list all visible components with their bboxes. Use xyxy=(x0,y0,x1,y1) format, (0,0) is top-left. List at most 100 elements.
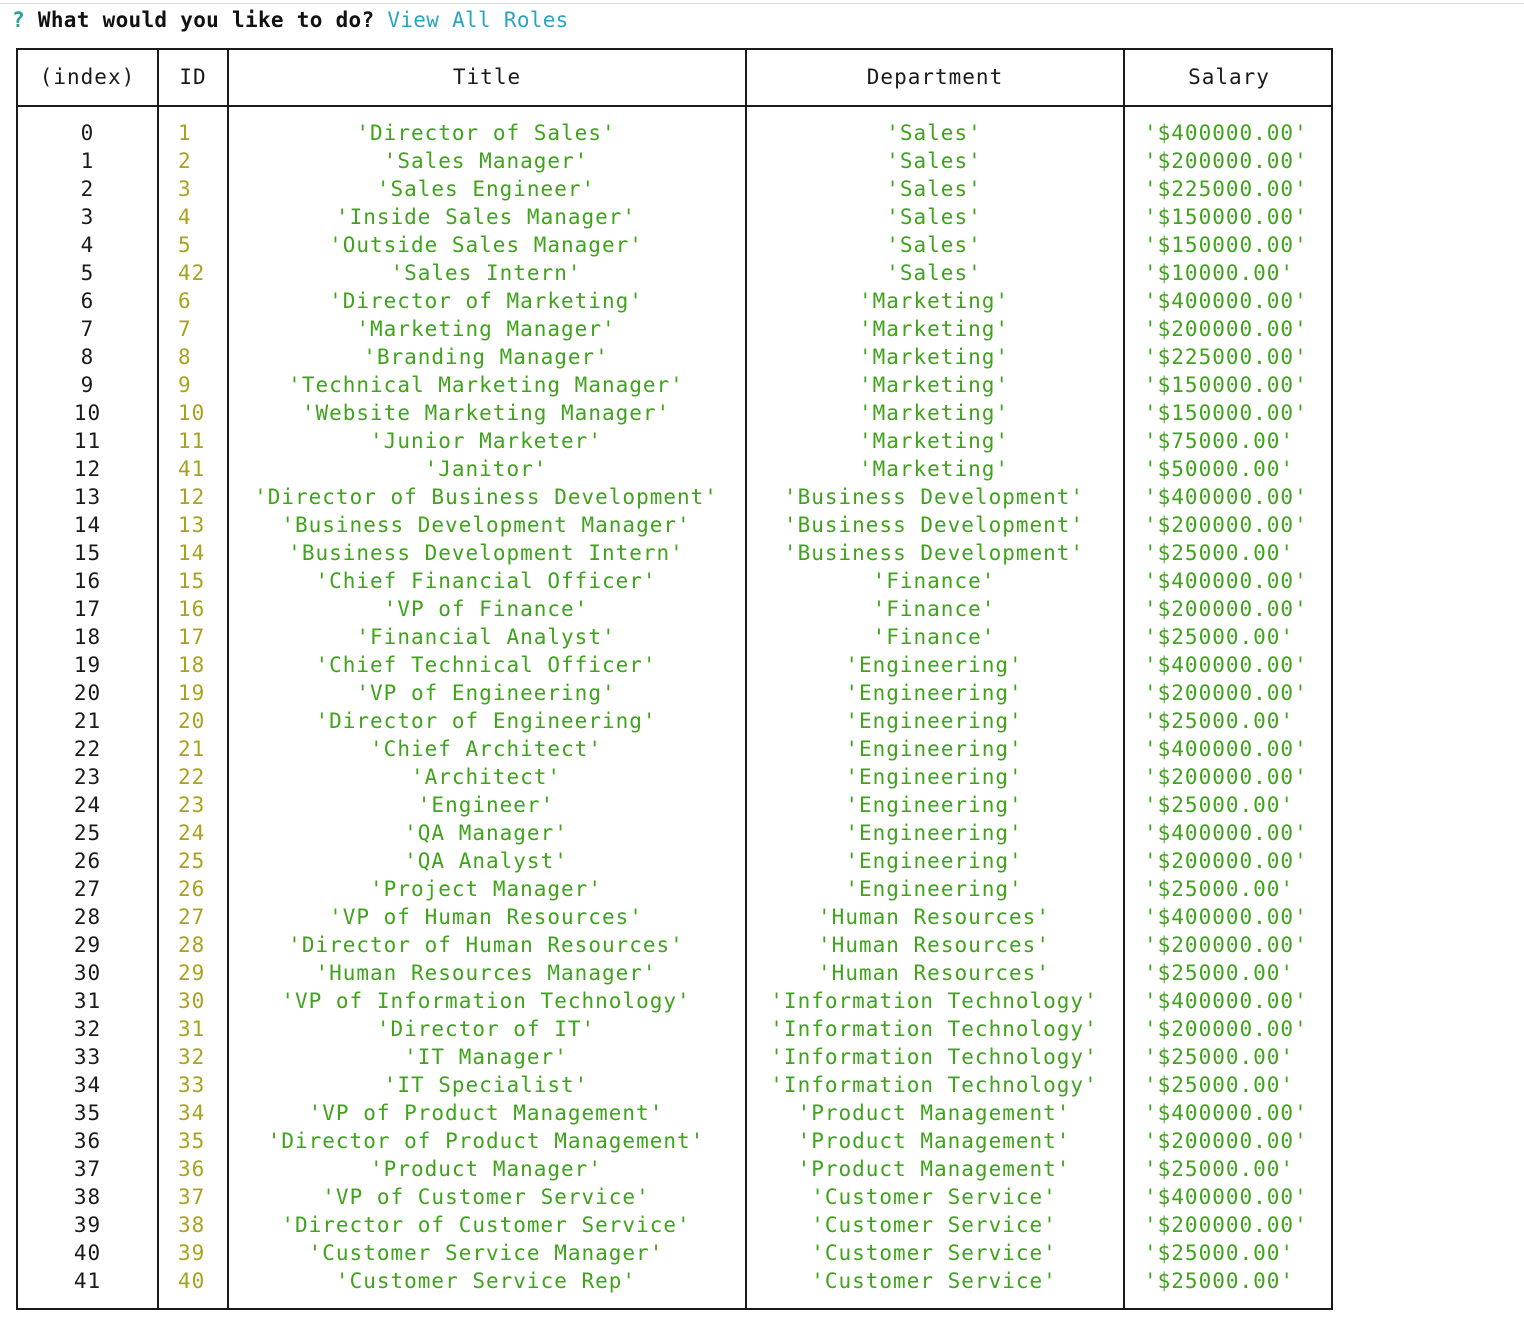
row-salary-cell: '$150000.00' xyxy=(1144,401,1308,425)
table-row: 36 35 'Director of Product Management' 'Pro… xyxy=(18,1127,1331,1155)
row-title-cell: 'Business Development Intern' xyxy=(288,541,684,565)
row-title-cell: 'Customer Service Rep' xyxy=(335,1269,637,1293)
row-salary-cell: '$225000.00' xyxy=(1144,345,1308,369)
row-index-cell: 12 xyxy=(73,457,102,481)
table-row: 17 16 'VP of Finance' 'Finance' '$200000.00' xyxy=(18,595,1331,623)
table-row: 10 10 'Website Marketing Manager' 'Marketin… xyxy=(18,399,1331,427)
row-index-cell: 13 xyxy=(73,485,102,509)
row-salary-cell: '$400000.00' xyxy=(1144,485,1308,509)
row-title-cell: 'Marketing Manager' xyxy=(356,317,616,341)
row-department-cell: 'Business Development' xyxy=(783,541,1085,565)
table-row: 12 41 'Janitor' 'Marketing' '$50000.00' xyxy=(18,455,1331,483)
table-row: 29 28 'Director of Human Resources' 'Human … xyxy=(18,931,1331,959)
row-title-cell: 'Engineer' xyxy=(417,793,555,817)
row-salary-cell: '$200000.00' xyxy=(1144,681,1308,705)
row-salary-cell: '$400000.00' xyxy=(1144,121,1308,145)
row-department-cell: 'Engineering' xyxy=(845,849,1023,873)
row-department-cell: 'Product Management' xyxy=(797,1129,1071,1153)
row-title-cell: 'Chief Technical Officer' xyxy=(315,653,657,677)
row-salary-cell: '$150000.00' xyxy=(1144,373,1308,397)
row-salary-cell: '$25000.00' xyxy=(1144,1045,1295,1069)
row-salary-cell: '$225000.00' xyxy=(1144,177,1308,201)
row-salary-cell: '$200000.00' xyxy=(1144,317,1308,341)
row-title-cell: 'IT Manager' xyxy=(404,1045,568,1069)
row-title-cell: 'Sales Intern' xyxy=(390,261,582,285)
row-salary-cell: '$400000.00' xyxy=(1144,821,1308,845)
row-index-cell: 3 xyxy=(80,205,95,229)
row-title-cell: 'Chief Architect' xyxy=(370,737,602,761)
row-salary-cell: '$400000.00' xyxy=(1144,905,1308,929)
row-title-cell: 'VP of Finance' xyxy=(383,597,589,621)
table-row: 37 36 'Product Manager' 'Product Management… xyxy=(18,1155,1331,1183)
row-salary-cell: '$25000.00' xyxy=(1144,541,1295,565)
row-title-cell: 'VP of Engineering' xyxy=(356,681,616,705)
table-row: 18 17 'Financial Analyst' 'Finance' '$25000.… xyxy=(18,623,1331,651)
row-department-cell: 'Marketing' xyxy=(858,317,1010,341)
row-title-cell: 'Junior Marketer' xyxy=(370,429,602,453)
row-department-cell: 'Engineering' xyxy=(845,793,1023,817)
table-row: 20 19 'VP of Engineering' 'Engineering' '$20… xyxy=(18,679,1331,707)
row-index-cell: 8 xyxy=(80,345,95,369)
row-salary-cell: '$200000.00' xyxy=(1144,933,1308,957)
row-title-cell: 'Inside Sales Manager' xyxy=(335,205,637,229)
table-row: 31 30 'VP of Information Technology' 'Infor… xyxy=(18,987,1331,1015)
row-title-cell: 'Product Manager' xyxy=(370,1157,602,1181)
row-index-cell: 25 xyxy=(73,821,102,845)
row-salary-cell: '$25000.00' xyxy=(1144,1157,1295,1181)
table-row: 19 18 'Chief Technical Officer' 'Engineerin… xyxy=(18,651,1331,679)
row-index-cell: 26 xyxy=(73,849,102,873)
table-row: 27 26 'Project Manager' 'Engineering' '$2500… xyxy=(18,875,1331,903)
table-row: 2 3 'Sales Engineer' 'Sales' '$225000.00' xyxy=(18,175,1331,203)
row-salary-cell: '$200000.00' xyxy=(1144,513,1308,537)
row-index-cell: 22 xyxy=(73,737,102,761)
row-salary-cell: '$25000.00' xyxy=(1144,793,1295,817)
table-row: 11 11 'Junior Marketer' 'Marketing' '$75000.… xyxy=(18,427,1331,455)
table-row: 23 22 'Architect' 'Engineering' '$200000.00' xyxy=(18,763,1331,791)
row-salary-cell: '$400000.00' xyxy=(1144,1185,1308,1209)
row-index-cell: 27 xyxy=(73,877,102,901)
header-salary: Salary xyxy=(1188,65,1270,89)
row-index-cell: 0 xyxy=(80,121,95,145)
table-row: 41 40 'Customer Service Rep' 'Customer Serv… xyxy=(18,1267,1331,1295)
prompt-question: What would you like to do? xyxy=(37,8,375,32)
row-index-cell: 37 xyxy=(73,1157,102,1181)
row-title-cell: 'Business Development Manager' xyxy=(281,513,691,537)
row-salary-cell: '$75000.00' xyxy=(1144,429,1295,453)
row-index-cell: 35 xyxy=(73,1101,102,1125)
row-index-cell: 33 xyxy=(73,1045,102,1069)
row-title-cell: 'Janitor' xyxy=(424,457,548,481)
row-salary-cell: '$200000.00' xyxy=(1144,849,1308,873)
row-salary-cell: '$400000.00' xyxy=(1144,737,1308,761)
row-title-cell: 'Director of Business Development' xyxy=(254,485,718,509)
row-title-cell: 'Director of Marketing' xyxy=(329,289,643,313)
row-title-cell: 'Project Manager' xyxy=(370,877,602,901)
table-row: 7 7 'Marketing Manager' 'Marketing' '$200000… xyxy=(18,315,1331,343)
row-department-cell: 'Engineering' xyxy=(845,653,1023,677)
row-department-cell: 'Product Management' xyxy=(797,1157,1071,1181)
table-row: 39 38 'Director of Customer Service' 'Custo… xyxy=(18,1211,1331,1239)
table-row: 38 37 'VP of Customer Service' 'Customer Se… xyxy=(18,1183,1331,1211)
row-index-cell: 15 xyxy=(73,541,102,565)
row-title-cell: 'VP of Customer Service' xyxy=(322,1185,650,1209)
table-row: 33 32 'IT Manager' 'Information Technology'… xyxy=(18,1043,1331,1071)
row-title-cell: 'Sales Manager' xyxy=(383,149,589,173)
row-title-cell: 'Director of Human Resources' xyxy=(288,933,684,957)
row-department-cell: 'Human Resources' xyxy=(818,905,1050,929)
header-id: ID xyxy=(179,65,207,89)
table-row: 28 27 'VP of Human Resources' 'Human Resour… xyxy=(18,903,1331,931)
row-title-cell: 'Technical Marketing Manager' xyxy=(288,373,684,397)
row-index-cell: 1 xyxy=(80,149,95,173)
row-title-cell: 'Architect' xyxy=(410,765,562,789)
row-title-cell: 'Branding Manager' xyxy=(363,345,609,369)
row-index-cell: 21 xyxy=(73,709,102,733)
row-department-cell: 'Marketing' xyxy=(858,401,1010,425)
row-department-cell: 'Business Development' xyxy=(783,513,1085,537)
table-row: 34 33 'IT Specialist' 'Information Technolo… xyxy=(18,1071,1331,1099)
table-row: 26 25 'QA Analyst' 'Engineering' '$200000.00… xyxy=(18,847,1331,875)
row-index-cell: 34 xyxy=(73,1073,102,1097)
row-salary-cell: '$25000.00' xyxy=(1144,1269,1295,1293)
console-table: (index) ID Title Department Salary 0 1 'Di… xyxy=(16,48,1333,1310)
row-title-cell: 'Chief Financial Officer' xyxy=(315,569,657,593)
row-title-cell: 'QA Manager' xyxy=(404,821,568,845)
row-salary-cell: '$400000.00' xyxy=(1144,569,1308,593)
